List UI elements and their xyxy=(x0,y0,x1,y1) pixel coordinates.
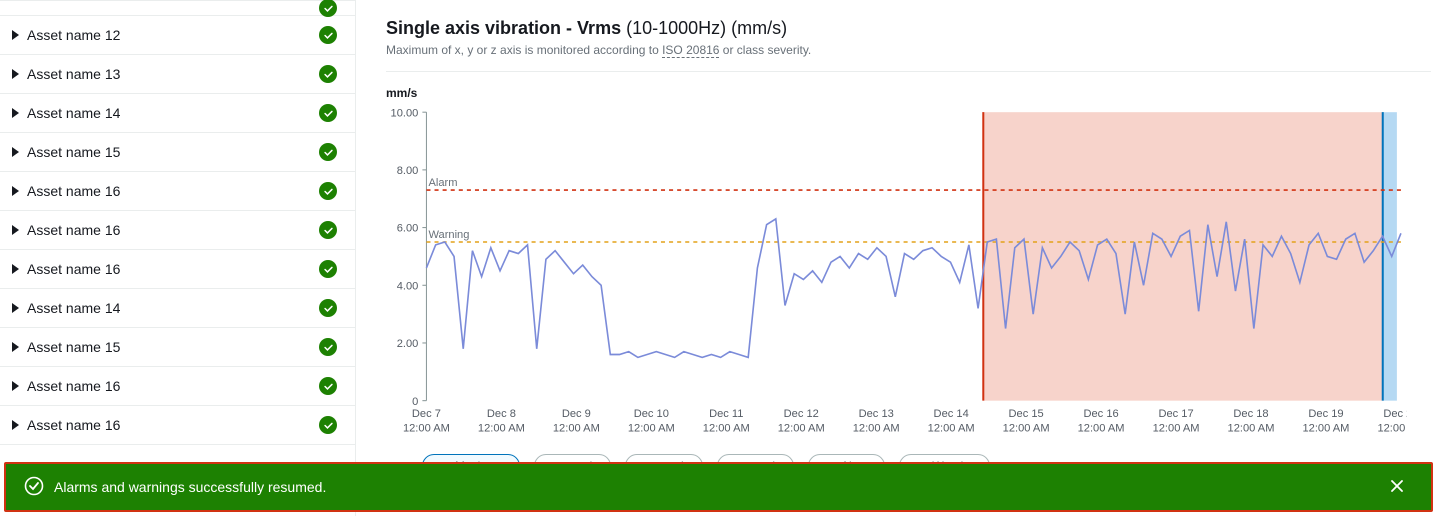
expand-icon[interactable] xyxy=(12,264,19,274)
status-ok-icon xyxy=(319,299,337,317)
svg-text:Alarm: Alarm xyxy=(428,177,457,189)
svg-text:12:00 AM: 12:00 AM xyxy=(703,422,750,434)
asset-label: Asset name 16 xyxy=(27,378,120,394)
svg-text:12:00 AM: 12:00 AM xyxy=(1003,422,1050,434)
chart-subtitle: Maximum of x, y or z axis is monitored a… xyxy=(386,43,1431,57)
expand-icon[interactable] xyxy=(12,69,19,79)
asset-row[interactable]: Asset name 15 xyxy=(0,133,355,172)
svg-text:12:00 AM: 12:00 AM xyxy=(1078,422,1125,434)
success-toast: Alarms and warnings successfully resumed… xyxy=(4,462,1433,512)
svg-text:Dec 20: Dec 20 xyxy=(1383,408,1407,420)
svg-text:Dec 14: Dec 14 xyxy=(934,408,969,420)
expand-icon[interactable] xyxy=(12,420,19,430)
status-ok-icon xyxy=(319,377,337,395)
asset-row[interactable]: Asset name 16 xyxy=(0,250,355,289)
expand-icon[interactable] xyxy=(12,381,19,391)
svg-text:8.00: 8.00 xyxy=(397,165,419,177)
svg-text:Dec 10: Dec 10 xyxy=(634,408,669,420)
svg-text:12:00 AM: 12:00 AM xyxy=(628,422,675,434)
asset-row[interactable]: Asset name 16 xyxy=(0,406,355,445)
svg-text:Dec 16: Dec 16 xyxy=(1083,408,1118,420)
svg-text:10.00: 10.00 xyxy=(391,107,419,119)
status-ok-icon xyxy=(319,221,337,239)
svg-text:12:00 AM: 12:00 AM xyxy=(403,422,450,434)
svg-text:Dec 18: Dec 18 xyxy=(1233,408,1268,420)
iso-link[interactable]: ISO 20816 xyxy=(662,43,719,58)
svg-text:4.00: 4.00 xyxy=(397,280,419,292)
asset-sidebar: Asset name 12 Asset name 13 Asset name 14 A… xyxy=(0,0,356,516)
svg-text:Dec 9: Dec 9 xyxy=(562,408,591,420)
svg-text:12:00 AM: 12:00 AM xyxy=(553,422,600,434)
svg-text:12:00 AM: 12:00 AM xyxy=(778,422,825,434)
svg-text:Dec 19: Dec 19 xyxy=(1308,408,1343,420)
status-ok-icon xyxy=(319,416,337,434)
main-panel: Single axis vibration - Vrms (10-1000Hz)… xyxy=(356,0,1437,516)
expand-icon[interactable] xyxy=(12,186,19,196)
status-ok-icon xyxy=(319,104,337,122)
asset-label: Asset name 16 xyxy=(27,417,120,433)
status-ok-icon xyxy=(319,0,337,17)
y-axis-label: mm/s xyxy=(386,86,1437,100)
asset-row[interactable]: Asset name 16 xyxy=(0,367,355,406)
svg-text:2.00: 2.00 xyxy=(397,338,419,350)
svg-text:Warning: Warning xyxy=(428,229,469,241)
svg-text:Dec 8: Dec 8 xyxy=(487,408,516,420)
asset-row-cutoff[interactable] xyxy=(0,0,355,16)
svg-text:0: 0 xyxy=(412,396,418,408)
asset-label: Asset name 15 xyxy=(27,339,120,355)
asset-label: Asset name 15 xyxy=(27,144,120,160)
asset-label: Asset name 12 xyxy=(27,27,120,43)
status-ok-icon xyxy=(319,338,337,356)
expand-icon[interactable] xyxy=(12,147,19,157)
asset-row[interactable]: Asset name 13 xyxy=(0,55,355,94)
asset-label: Asset name 14 xyxy=(27,105,120,121)
chart-header: Single axis vibration - Vrms (10-1000Hz)… xyxy=(386,0,1431,72)
svg-text:12:00 AM: 12:00 AM xyxy=(478,422,525,434)
asset-row[interactable]: Asset name 16 xyxy=(0,172,355,211)
expand-icon[interactable] xyxy=(12,108,19,118)
success-icon xyxy=(24,476,44,499)
asset-label: Asset name 13 xyxy=(27,66,120,82)
chart-title-units: (10-1000Hz) (mm/s) xyxy=(626,18,787,38)
svg-text:6.00: 6.00 xyxy=(397,223,419,235)
asset-label: Asset name 16 xyxy=(27,183,120,199)
svg-text:12:00 AM: 12:00 AM xyxy=(928,422,975,434)
status-ok-icon xyxy=(319,143,337,161)
asset-label: Asset name 16 xyxy=(27,261,120,277)
svg-text:12:00 AM: 12:00 AM xyxy=(1228,422,1275,434)
close-icon[interactable] xyxy=(1381,470,1413,505)
asset-row[interactable]: Asset name 15 xyxy=(0,328,355,367)
status-ok-icon xyxy=(319,26,337,44)
expand-icon[interactable] xyxy=(12,225,19,235)
status-ok-icon xyxy=(319,182,337,200)
expand-icon[interactable] xyxy=(12,303,19,313)
chart-title: Single axis vibration - Vrms (10-1000Hz)… xyxy=(386,18,1431,39)
svg-text:Dec 12: Dec 12 xyxy=(784,408,819,420)
asset-row[interactable]: Asset name 16 xyxy=(0,211,355,250)
chart-title-main: Single axis vibration - Vrms xyxy=(386,18,621,38)
svg-text:Dec 13: Dec 13 xyxy=(859,408,894,420)
svg-text:12:00 AM: 12:00 AM xyxy=(1377,422,1407,434)
asset-row[interactable]: Asset name 14 xyxy=(0,94,355,133)
svg-text:Dec 11: Dec 11 xyxy=(709,408,743,420)
asset-row[interactable]: Asset name 14 xyxy=(0,289,355,328)
status-ok-icon xyxy=(319,65,337,83)
toast-message: Alarms and warnings successfully resumed… xyxy=(54,479,326,495)
asset-label: Asset name 16 xyxy=(27,222,120,238)
asset-label: Asset name 14 xyxy=(27,300,120,316)
svg-text:12:00 AM: 12:00 AM xyxy=(853,422,900,434)
expand-icon[interactable] xyxy=(12,30,19,40)
svg-text:12:00 AM: 12:00 AM xyxy=(1153,422,1200,434)
svg-text:12:00 AM: 12:00 AM xyxy=(1302,422,1349,434)
svg-text:Dec 17: Dec 17 xyxy=(1158,408,1193,420)
asset-row[interactable]: Asset name 12 xyxy=(0,16,355,55)
expand-icon[interactable] xyxy=(12,342,19,352)
chart-area[interactable]: 0 2.00 4.00 6.00 8.00 10.00 Alarm Warning Dec 7 1… xyxy=(386,106,1407,446)
status-ok-icon xyxy=(319,260,337,278)
svg-text:Dec 7: Dec 7 xyxy=(412,408,441,420)
svg-text:Dec 15: Dec 15 xyxy=(1009,408,1044,420)
